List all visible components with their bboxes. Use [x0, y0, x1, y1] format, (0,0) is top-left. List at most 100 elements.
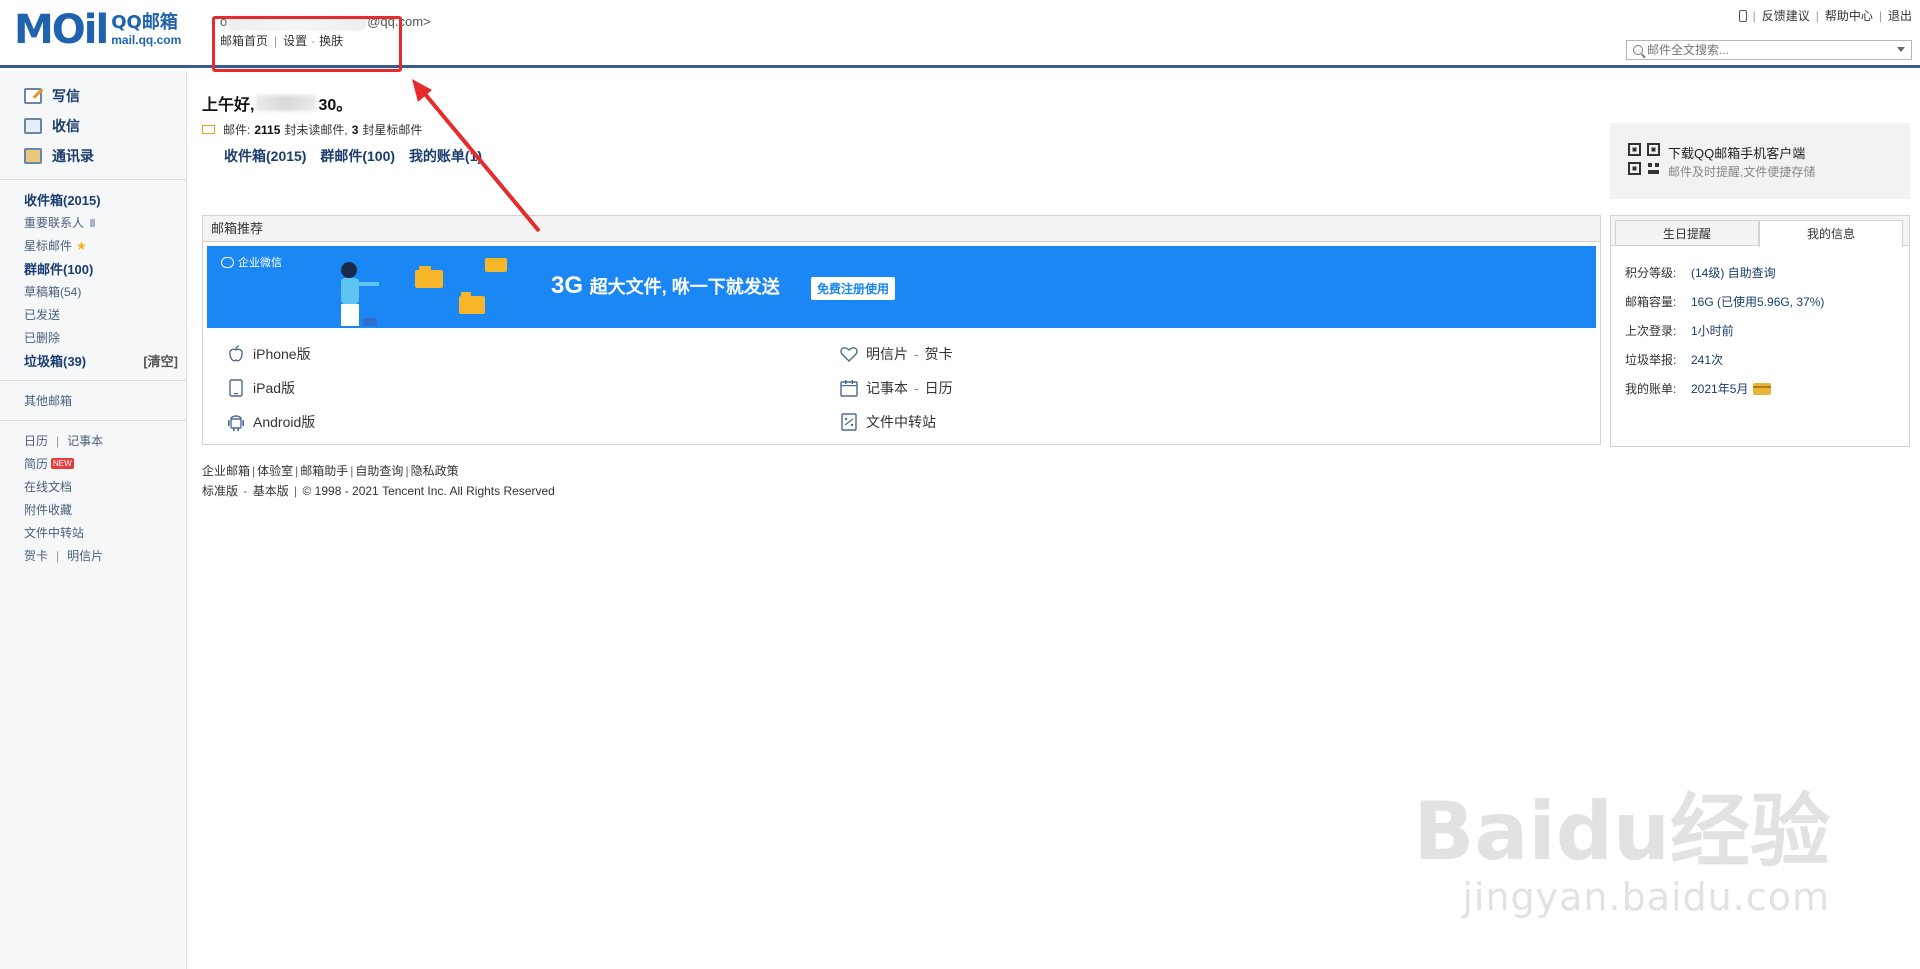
- divider: [0, 380, 186, 381]
- ad-title: 下载QQ邮箱手机客户端: [1668, 146, 1806, 161]
- help-link[interactable]: 帮助中心: [1825, 7, 1873, 24]
- quick-bill-link[interactable]: 我的账单(1): [409, 148, 482, 164]
- quick-group-link[interactable]: 群邮件(100): [320, 148, 395, 164]
- sidebar-docs[interactable]: 在线文档: [24, 475, 186, 498]
- ad-subtitle: 邮件及时提醒,文件便捷存储: [1668, 165, 1816, 179]
- search-box[interactable]: [1626, 40, 1912, 60]
- promo-title: 邮箱推荐: [203, 216, 1600, 242]
- mobile-client-ad[interactable]: 下载QQ邮箱手机客户端 邮件及时提醒,文件便捷存储: [1610, 123, 1910, 199]
- logo-cn-text: QQ邮箱: [111, 12, 178, 33]
- starred-count[interactable]: 3: [352, 123, 359, 137]
- logo-domain-text: mail.qq.com: [111, 33, 182, 47]
- sidebar-sent[interactable]: 已发送: [24, 303, 186, 326]
- sidebar-resume[interactable]: 简历 NEW: [24, 452, 186, 475]
- inbox-icon: [24, 118, 42, 134]
- sidebar-transfer[interactable]: 文件中转站: [24, 521, 186, 544]
- calendar-link[interactable]: 日历: [24, 432, 48, 449]
- folder-icons: [415, 258, 507, 314]
- sidebar-drafts[interactable]: 草稿箱(54): [24, 280, 186, 303]
- notes-link[interactable]: 记事本: [67, 432, 103, 449]
- sidebar-deleted[interactable]: 已删除: [24, 326, 186, 349]
- sidebar-write[interactable]: 写信: [24, 81, 186, 111]
- iphone-app-link[interactable]: iPhone版: [227, 344, 311, 364]
- footer-lab-link[interactable]: 体验室: [257, 464, 293, 478]
- heart-icon: [840, 345, 858, 363]
- top-right-links: | 反馈建议 | 帮助中心 | 退出: [1738, 7, 1912, 24]
- tab-birthday[interactable]: 生日提醒: [1615, 220, 1759, 246]
- my-info-list: 积分等级: (14级) 自助查询 邮箱容量: 16G (已使用5.96G, 37%)…: [1611, 246, 1909, 403]
- tab-my-info[interactable]: 我的信息: [1759, 220, 1903, 247]
- logo-mail-text: MOil: [14, 7, 109, 53]
- wecom-logo: 企业微信: [221, 254, 282, 270]
- quick-inbox-link[interactable]: 收件箱(2015): [224, 148, 306, 164]
- mobile-icon[interactable]: [1738, 9, 1747, 22]
- info-row-capacity: 邮箱容量: 16G (已使用5.96G, 37%): [1625, 295, 1825, 309]
- last-login-link[interactable]: 1小时前: [1691, 322, 1734, 339]
- android-app-link[interactable]: Android版: [227, 412, 315, 432]
- app-notes-link[interactable]: 记事本: [866, 378, 908, 398]
- search-input[interactable]: [1647, 43, 1867, 57]
- calendar-icon: [840, 379, 858, 397]
- sidebar: 写信 收信 通讯录 收件箱(2015) 重要联系人 星标邮件 ★ 群邮件(100)…: [0, 71, 187, 969]
- app-postcard-link[interactable]: 明信片: [866, 344, 908, 364]
- top-bar: MOil QQ邮箱 mail.qq.com o @qq.com> 邮箱首页 | 设置 -…: [0, 0, 1920, 72]
- footer-query-link[interactable]: 自助查询: [355, 464, 403, 478]
- chevron-down-icon[interactable]: [1897, 47, 1905, 52]
- sidebar-contacts[interactable]: 通讯录: [24, 141, 186, 171]
- basic-version-link[interactable]: 基本版: [253, 484, 289, 498]
- sidebar-attachments[interactable]: 附件收藏: [24, 498, 186, 521]
- promo-panel: 邮箱推荐 企业微信 3G 超大文件, 咻一下就发送 免费注册使用 iPhone版…: [202, 215, 1601, 445]
- app-card-link[interactable]: 贺卡: [925, 344, 953, 364]
- postcard-card-link: 明信片 - 贺卡: [840, 344, 953, 364]
- sidebar-starred[interactable]: 星标邮件 ★: [24, 234, 186, 257]
- contacts-icon: [24, 148, 42, 164]
- android-icon: [227, 413, 245, 431]
- info-panel: 生日提醒 我的信息 积分等级: (14级) 自助查询 邮箱容量: 16G (已使用5…: [1610, 215, 1910, 447]
- sidebar-cards: 贺卡 | 明信片: [24, 547, 104, 564]
- baidu-watermark: Baidu经验 jingyan.baidu.com: [1413, 785, 1830, 919]
- divider: [0, 420, 186, 421]
- postcard-link[interactable]: 明信片: [67, 547, 103, 564]
- ipad-app-link[interactable]: iPad版: [227, 378, 295, 398]
- sidebar-other-mail[interactable]: 其他邮箱: [24, 389, 186, 412]
- sidebar-calendar-notes: 日历 | 记事本: [24, 432, 104, 449]
- greeting-card-link[interactable]: 贺卡: [24, 547, 48, 564]
- info-row-last-login: 上次登录: 1小时前: [1625, 322, 1734, 339]
- clear-spam-link[interactable]: [清空]: [143, 351, 178, 370]
- app-calendar-link[interactable]: 日历: [925, 378, 953, 398]
- sidebar-important[interactable]: 重要联系人: [24, 211, 186, 234]
- sidebar-spam[interactable]: 垃圾箱(39) [清空]: [24, 349, 186, 372]
- transfer-app-link[interactable]: 文件中转站: [840, 412, 936, 432]
- qq-mail-logo[interactable]: MOil QQ邮箱 mail.qq.com: [14, 10, 181, 50]
- info-row-bill: 我的账单: 2021年5月: [1625, 374, 1909, 403]
- divider: [0, 179, 186, 180]
- highlight-box: [212, 16, 402, 72]
- footer-privacy-link[interactable]: 隐私政策: [411, 464, 459, 478]
- feedback-link[interactable]: 反馈建议: [1762, 7, 1810, 24]
- sidebar-group[interactable]: 群邮件(100): [24, 257, 186, 280]
- unread-count[interactable]: 2115: [254, 123, 280, 137]
- card-icon: [1753, 382, 1772, 395]
- standard-version-link[interactable]: 标准版: [202, 484, 238, 498]
- tablet-icon: [227, 379, 245, 397]
- level-link[interactable]: (14级) 自助查询: [1691, 264, 1776, 281]
- info-row-level: 积分等级: (14级) 自助查询: [1625, 264, 1776, 281]
- banner-illustration: [341, 262, 379, 326]
- wecom-banner[interactable]: 企业微信 3G 超大文件, 咻一下就发送 免费注册使用: [207, 246, 1596, 328]
- footer-assistant-link[interactable]: 邮箱助手: [300, 464, 348, 478]
- sidebar-receive[interactable]: 收信: [24, 111, 186, 141]
- footer-copyright: 标准版 - 基本版 | © 1998 - 2021 Tencent Inc. A…: [202, 484, 555, 498]
- star-icon: ★: [76, 238, 87, 253]
- bill-link[interactable]: 2021年5月: [1691, 380, 1748, 397]
- greeting: 上午好, 30。: [202, 95, 353, 114]
- register-button[interactable]: 免费注册使用: [811, 277, 896, 300]
- qr-code-icon: [1628, 143, 1660, 175]
- spam-report-link[interactable]: 241次: [1691, 351, 1723, 368]
- search-icon[interactable]: [1633, 45, 1643, 55]
- banner-headline: 3G 超大文件, 咻一下就发送: [551, 272, 780, 299]
- logout-link[interactable]: 退出: [1888, 7, 1912, 24]
- main-content: 上午好, 30。 邮件: 2115 封未读邮件, 3 封星标邮件 收件箱(201…: [202, 71, 1612, 498]
- footer-enterprise-link[interactable]: 企业邮箱: [202, 464, 250, 478]
- mail-stats: 邮件: 2115 封未读邮件, 3 封星标邮件: [202, 121, 1612, 138]
- sidebar-inbox[interactable]: 收件箱(2015): [24, 188, 186, 211]
